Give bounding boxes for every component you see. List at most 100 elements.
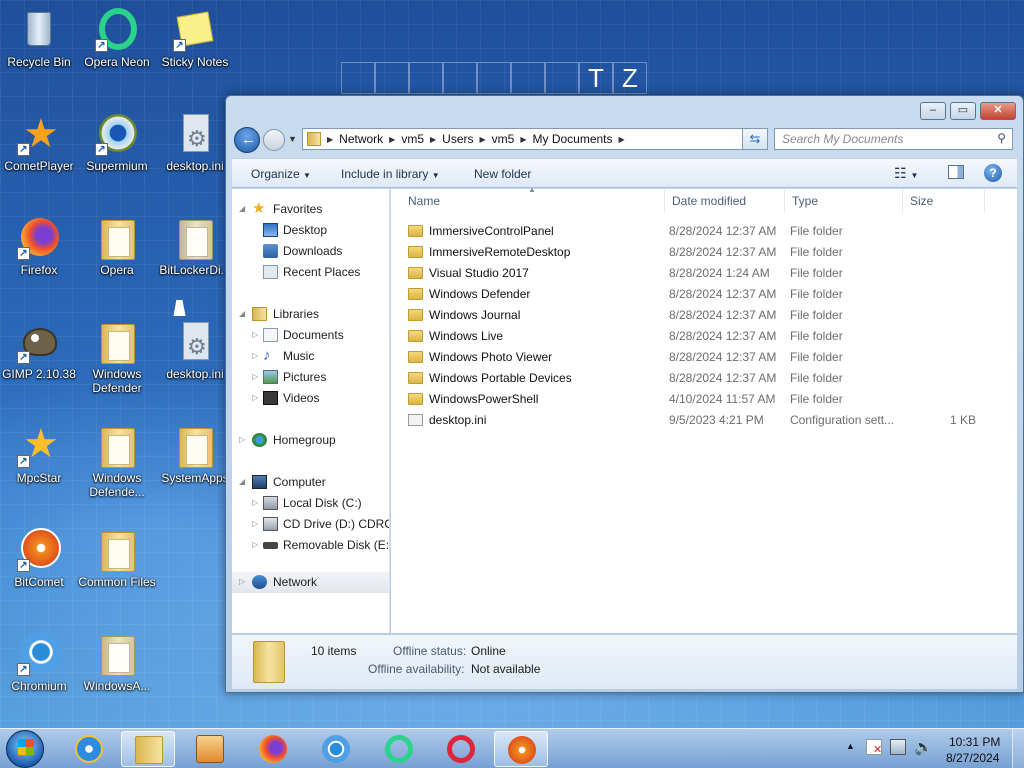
desktop-icon-label: BitLockerDi...	[159, 263, 231, 277]
minimize-button[interactable]: –	[920, 102, 946, 120]
desktop-icon-supermium[interactable]: ↗ Supermium	[78, 112, 156, 173]
action-center-flag-icon[interactable]: ✕	[866, 739, 882, 756]
taskbar-opera[interactable]	[434, 731, 488, 767]
refresh-button[interactable]: ⇆	[742, 128, 768, 150]
file-row[interactable]: Windows Portable Devices 8/28/2024 12:37…	[391, 368, 1017, 389]
desktop-icon-windowsapps-folder[interactable]: WindowsA...	[78, 632, 156, 693]
desktop-icon-firefox[interactable]: ↗ Firefox	[0, 216, 78, 277]
start-button[interactable]	[6, 730, 44, 768]
organize-button[interactable]: Organize ▼	[251, 167, 311, 181]
show-hidden-icons-button[interactable]: ▲	[846, 741, 855, 751]
include-in-library-button[interactable]: Include in library ▼	[341, 167, 440, 181]
expand-arrow-icon[interactable]: ▷	[252, 514, 258, 534]
desktop-icon-label: Opera	[100, 263, 134, 277]
expand-arrow-icon[interactable]: ◢	[239, 472, 245, 492]
file-type: File folder	[790, 287, 843, 301]
file-name: desktop.ini	[429, 413, 487, 427]
offline-availability-label: Offline availability:	[368, 662, 465, 676]
taskbar-internet-explorer[interactable]	[62, 731, 116, 767]
show-desktop-button[interactable]	[1012, 729, 1024, 768]
clock-time[interactable]: 10:31 PM	[949, 735, 1000, 749]
desktop-icon-opera-folder[interactable]: Opera	[78, 216, 156, 277]
volume-muted-icon[interactable]: 🔈	[914, 738, 933, 756]
taskbar-file-explorer[interactable]	[121, 731, 175, 767]
file-row[interactable]: Windows Photo Viewer 8/28/2024 12:37 AM …	[391, 347, 1017, 368]
desktop-icon-recycle-bin[interactable]: Recycle Bin	[0, 8, 78, 69]
settings-file-icon: ⚙	[173, 320, 217, 364]
address-folder-icon	[307, 132, 321, 146]
desktop-icon-desktop-ini-2[interactable]: ⚙ desktop.ini	[156, 320, 234, 381]
file-row[interactable]: desktop.ini 9/5/2023 4:21 PM Configurati…	[391, 410, 1017, 431]
desktop-icon-gimp[interactable]: ↗ GIMP 2.10.38	[0, 320, 78, 381]
expand-arrow-icon[interactable]: ▷	[252, 346, 258, 366]
column-header-date-modified[interactable]: Date modified	[665, 189, 785, 213]
desktop-icon-bitlocker-folder[interactable]: BitLockerDi...	[156, 216, 234, 277]
back-button[interactable]: ←	[234, 127, 260, 153]
breadcrumb-vm5-user[interactable]: vm5	[486, 132, 521, 146]
file-size: 1 KB	[949, 413, 976, 427]
column-header-type[interactable]: Type	[785, 189, 903, 213]
expand-arrow-icon[interactable]: ▷	[239, 572, 245, 592]
chevron-down-icon: ▼	[910, 171, 919, 180]
clock-date[interactable]: 8/27/2024	[946, 751, 999, 765]
expand-arrow-icon[interactable]: ▷	[252, 367, 258, 387]
maximize-button[interactable]: ▭	[950, 102, 976, 120]
file-row[interactable]: WindowsPowerShell 4/10/2024 11:57 AM Fil…	[391, 389, 1017, 410]
expand-arrow-icon[interactable]: ▷	[252, 493, 258, 513]
address-bar[interactable]: ▶ Network ▶ vm5 ▶ Users ▶ vm5 ▶ My Docum…	[302, 128, 811, 150]
breadcrumb-network[interactable]: Network	[333, 132, 389, 146]
explorer-window[interactable]: – ▭ ✕ ← ▼ ▶ Network ▶ vm5 ▶ Users ▶ vm5 …	[225, 95, 1024, 693]
desktop-icon-systemapps-folder[interactable]: SystemApps	[156, 424, 234, 485]
network-status-icon[interactable]	[890, 739, 906, 755]
recent-pages-dropdown[interactable]: ▼	[288, 134, 297, 144]
desktop-icon-bitcomet[interactable]: ↗ BitComet	[0, 528, 78, 589]
nav-network[interactable]: ▷ Network	[232, 572, 389, 593]
preview-pane-button[interactable]	[948, 165, 964, 179]
desktop-icon-chromium[interactable]: ↗ Chromium	[0, 632, 78, 693]
taskbar-opera-neon[interactable]	[372, 731, 426, 767]
file-row[interactable]: ImmersiveRemoteDesktop 8/28/2024 12:37 A…	[391, 242, 1017, 263]
file-row[interactable]: Windows Live 8/28/2024 12:37 AM File fol…	[391, 326, 1017, 347]
forward-button[interactable]	[263, 129, 285, 151]
computer-icon	[252, 475, 267, 489]
desktop-icon-cometplayer[interactable]: ★ ↗ CometPlayer	[0, 112, 78, 173]
expand-arrow-icon[interactable]: ▷	[252, 388, 258, 408]
breadcrumb-my-documents[interactable]: My Documents	[526, 132, 618, 146]
desktop-icon-opera-neon[interactable]: ↗ Opera Neon	[78, 8, 156, 69]
desktop-icon-label: GIMP 2.10.38	[2, 367, 76, 381]
search-input[interactable]: Search My Documents ⚲	[774, 128, 1013, 150]
desktop-icon-windows-defender-folder[interactable]: Windows Defender	[78, 320, 156, 395]
expand-arrow-icon[interactable]: ◢	[239, 304, 245, 324]
taskbar-media-player[interactable]	[183, 731, 237, 767]
folder-icon	[408, 330, 423, 342]
breadcrumb-users[interactable]: Users	[436, 132, 479, 146]
help-button[interactable]: ?	[984, 164, 1002, 182]
expand-arrow-icon[interactable]: ▷	[252, 535, 258, 555]
desktop-icon-common-files-folder[interactable]: Common Files	[78, 528, 156, 589]
breadcrumb-vm5[interactable]: vm5	[395, 132, 430, 146]
breadcrumb-separator-icon[interactable]: ▶	[619, 135, 625, 144]
file-row[interactable]: Windows Defender 8/28/2024 12:37 AM File…	[391, 284, 1017, 305]
taskbar-chromium[interactable]	[309, 731, 363, 767]
column-header-name[interactable]: Name	[401, 189, 665, 213]
file-type: File folder	[790, 329, 843, 343]
desktop-icon-windows-defender-folder-2[interactable]: Windows Defende...	[78, 424, 156, 499]
column-header-size[interactable]: Size	[903, 189, 985, 213]
desktop-icon-mpcstar[interactable]: ★ ↗ MpcStar	[0, 424, 78, 485]
file-name: Windows Photo Viewer	[429, 350, 553, 364]
file-row[interactable]: Visual Studio 2017 8/28/2024 1:24 AM Fil…	[391, 263, 1017, 284]
desktop-icon-desktop-ini[interactable]: ⚙ desktop.ini	[156, 112, 234, 173]
expand-arrow-icon[interactable]: ▷	[239, 430, 245, 450]
desktop-icon-sticky-notes[interactable]: ↗ Sticky Notes	[156, 8, 234, 69]
file-row[interactable]: Windows Journal 8/28/2024 12:37 AM File …	[391, 305, 1017, 326]
libraries-icon	[252, 307, 267, 321]
file-row[interactable]: ImmersiveControlPanel 8/28/2024 12:37 AM…	[391, 221, 1017, 242]
new-folder-button[interactable]: New folder	[474, 167, 531, 181]
expand-arrow-icon[interactable]: ▷	[252, 325, 258, 345]
view-options-button[interactable]: ☷ ▼	[894, 165, 918, 182]
taskbar-bitcomet[interactable]	[494, 731, 548, 767]
close-button[interactable]: ✕	[980, 102, 1016, 120]
taskbar-firefox[interactable]	[246, 731, 300, 767]
expand-arrow-icon[interactable]: ◢	[239, 199, 245, 219]
desktop-icon-label: Windows Defender	[92, 367, 142, 395]
